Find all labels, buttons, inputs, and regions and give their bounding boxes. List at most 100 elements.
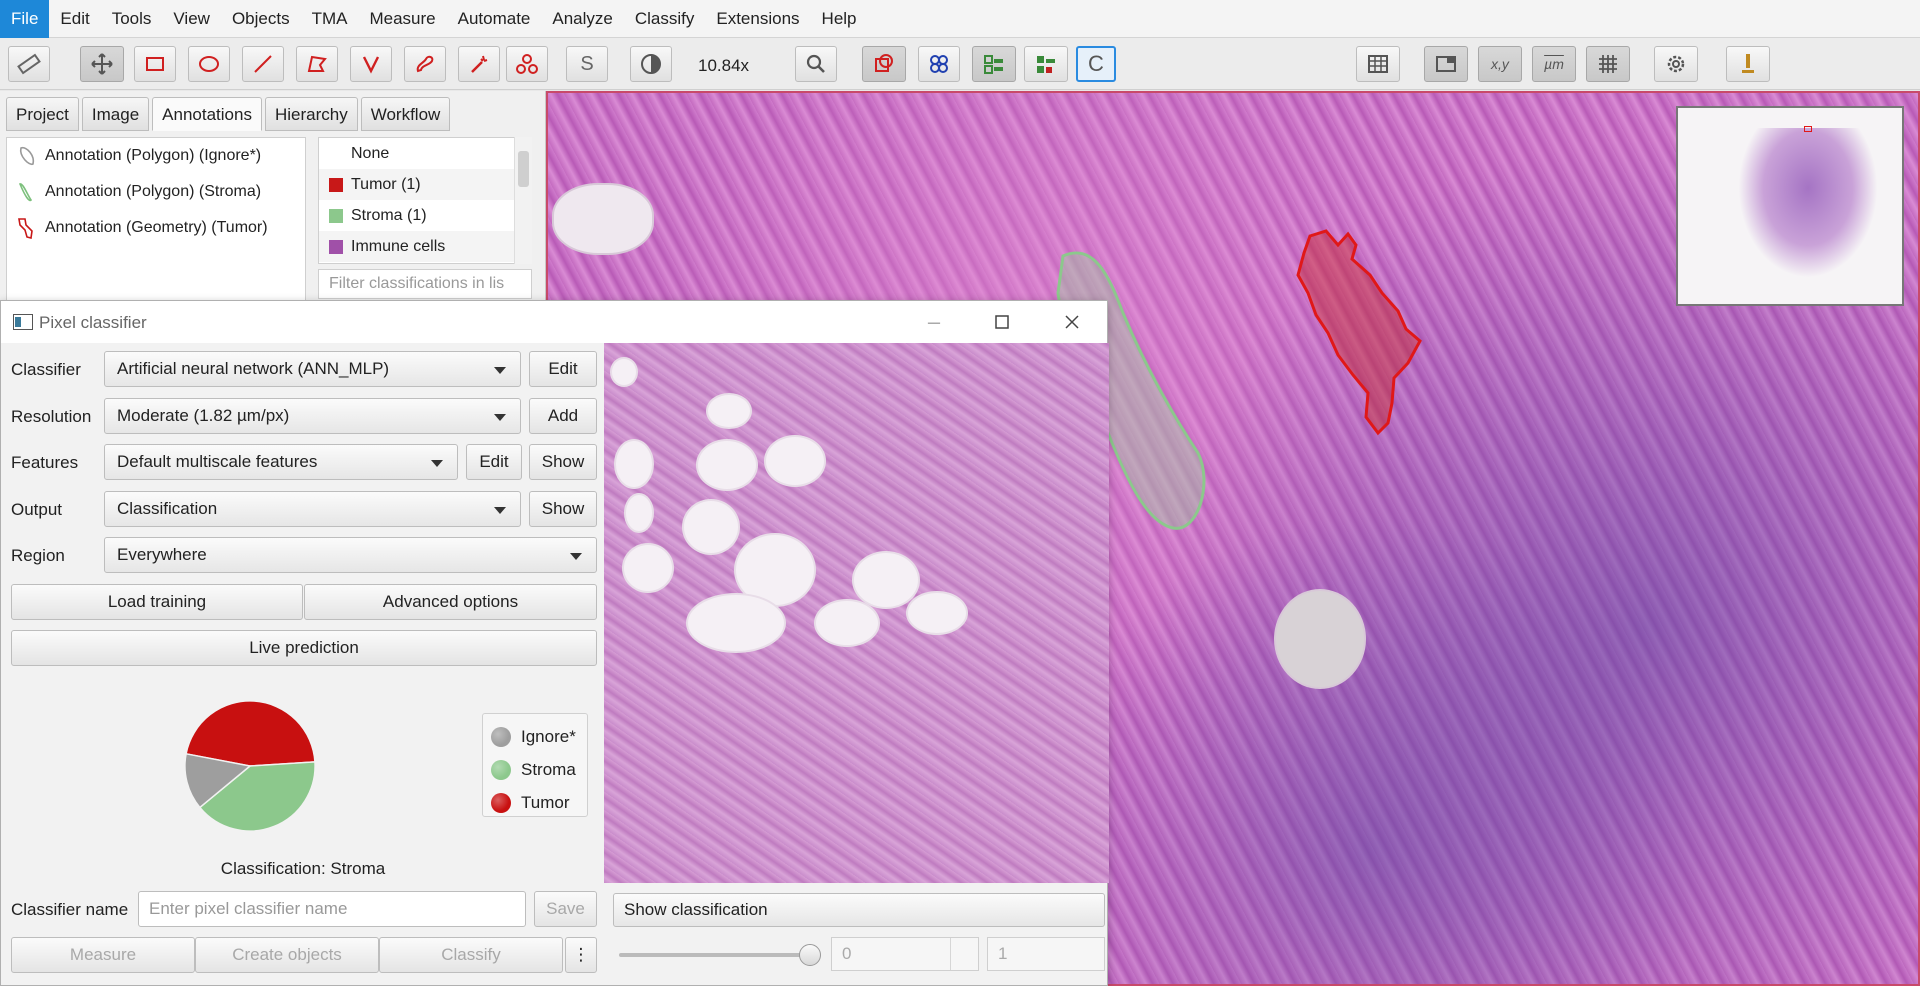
menu-classify[interactable]: Classify [624,0,706,38]
tab-hierarchy[interactable]: Hierarchy [264,97,358,131]
annotation-shape-icon [19,146,35,166]
classifier-preview-image[interactable] [604,343,1109,883]
chevron-down-icon [494,507,506,514]
menu-analyze[interactable]: Analyze [541,0,623,38]
tissue-hole [624,493,654,533]
load-training-button[interactable]: Load training [11,584,303,620]
grid-button[interactable] [1586,46,1630,82]
show-connections-button[interactable]: C [1076,46,1116,82]
scrollbar-thumb[interactable] [518,151,529,187]
tab-image[interactable]: Image [81,97,150,131]
menu-automate[interactable]: Automate [447,0,542,38]
ruler-icon [17,53,41,75]
menu-view[interactable]: View [162,0,221,38]
measurement-table-button[interactable] [1356,46,1400,82]
measure-button[interactable]: Measure [11,937,195,973]
classification-list-item[interactable]: Stroma (1) [319,200,531,231]
overlay-opacity-track[interactable] [619,953,809,957]
classification-scrollbar[interactable] [514,137,532,264]
fill-detections-icon [1037,56,1055,73]
brightness-contrast-button[interactable] [630,46,672,82]
overview-tissue [1738,128,1878,278]
tma-icon [930,55,948,73]
classifier-edit-button[interactable]: Edit [529,351,597,387]
menu-tools[interactable]: Tools [101,0,163,38]
chevron-down-icon [431,460,443,467]
annotation-list-item[interactable]: Annotation (Geometry) (Tumor) [7,210,305,246]
more-options-button[interactable]: ⋮ [565,937,597,973]
menu-edit[interactable]: Edit [49,0,100,38]
ellipse-tool-button[interactable] [188,46,230,82]
points-tool-button[interactable] [506,46,548,82]
overview-thumbnail[interactable] [1676,106,1904,306]
classifier-name-input[interactable]: Enter pixel classifier name [138,891,526,927]
show-detections-button[interactable] [972,46,1016,82]
min-spinner[interactable]: 0 [831,937,979,971]
show-location-button[interactable]: x,y [1478,46,1522,82]
tab-workflow[interactable]: Workflow [360,97,451,131]
wand-icon [471,55,488,73]
advanced-options-button[interactable]: Advanced options [304,584,597,620]
rectangle-tool-button[interactable] [134,46,176,82]
classification-list-item[interactable]: None [319,138,531,169]
menu-measure[interactable]: Measure [358,0,446,38]
classification-list-item[interactable]: Tumor (1) [319,169,531,200]
save-button[interactable]: Save [534,891,597,927]
classification-filter-input[interactable]: Filter classifications in lis [318,269,532,299]
wand-tool-button[interactable] [458,46,500,82]
menu-tma[interactable]: TMA [301,0,359,38]
minimize-button[interactable]: – [923,311,945,333]
overlay-opacity-thumb[interactable] [799,944,821,966]
create-objects-button[interactable]: Create objects [195,937,379,973]
tissue-hole [764,435,826,487]
selection-mode-button[interactable]: S [566,46,608,82]
annotation-list-item[interactable]: Annotation (Polygon) (Ignore*) [7,138,305,174]
tab-project[interactable]: Project [6,97,79,131]
classify-button[interactable]: Classify [379,937,563,973]
dialog-titlebar[interactable]: Pixel classifier – [1,301,1107,343]
ruler-icon-button[interactable] [8,46,50,82]
spinner-arrows-icon[interactable] [950,938,978,970]
menu-help[interactable]: Help [811,0,868,38]
contrast-icon [641,54,661,74]
polygon-tool-button[interactable] [296,46,338,82]
max-spinner[interactable]: 1 [987,937,1105,971]
classifier-select[interactable]: Artificial neural network (ANN_MLP) [104,351,521,387]
tab-annotations[interactable]: Annotations [152,97,262,131]
panel-tabs: Project Image Annotations Hierarchy Workflow [6,97,453,131]
annotation-shape-icon [18,183,33,202]
menu-objects[interactable]: Objects [221,0,301,38]
resolution-add-button[interactable]: Add [529,398,597,434]
scalebar-button[interactable]: µm [1532,46,1576,82]
menu-file[interactable]: File [0,0,50,38]
maximize-button[interactable] [991,311,1013,333]
move-tool-button[interactable] [80,46,124,82]
fill-detections-button[interactable] [1024,46,1068,82]
features-select[interactable]: Default multiscale features [104,444,458,480]
show-classification-select[interactable]: Show classification [613,893,1105,927]
log-button[interactable] [1726,46,1770,82]
zoom-to-fit-button[interactable] [795,46,837,82]
tissue-hole [706,393,752,429]
show-tma-grid-button[interactable] [918,46,960,82]
classification-list-item[interactable]: Immune cells [319,231,531,262]
close-button[interactable] [1061,311,1083,333]
polyline-tool-button[interactable] [350,46,392,82]
line-tool-button[interactable] [242,46,284,82]
features-edit-button[interactable]: Edit [466,444,522,480]
region-select[interactable]: Everywhere [104,537,597,573]
show-annotations-button[interactable] [862,46,906,82]
classification-list[interactable]: None Tumor (1) Stroma (1) Immune cells [318,137,532,264]
detections-icon [984,55,1003,74]
output-show-button[interactable]: Show [529,491,597,527]
overview-button[interactable] [1424,46,1468,82]
features-show-button[interactable]: Show [529,444,597,480]
output-select[interactable]: Classification [104,491,521,527]
annotation-list[interactable]: Annotation (Polygon) (Ignore*) Annotation… [6,137,306,301]
menu-extensions[interactable]: Extensions [705,0,810,38]
live-prediction-button[interactable]: Live prediction [11,630,597,666]
annotation-list-item[interactable]: Annotation (Polygon) (Stroma) [7,174,305,210]
brush-tool-button[interactable] [404,46,446,82]
resolution-select[interactable]: Moderate (1.82 µm/px) [104,398,521,434]
preferences-button[interactable] [1654,46,1698,82]
